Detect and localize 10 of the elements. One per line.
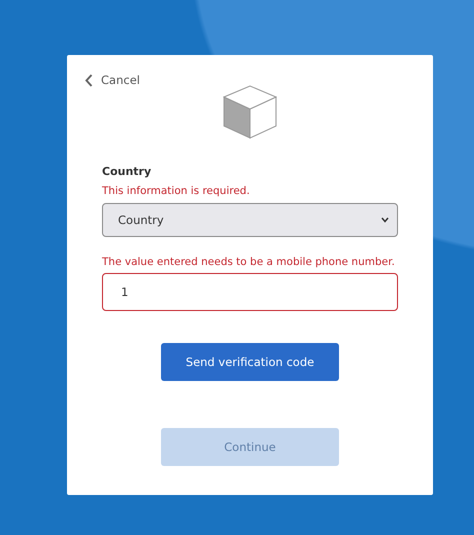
cube-icon [222, 85, 278, 139]
error-message: This information is required. [102, 185, 251, 197]
chevron-down-icon [381, 217, 389, 223]
back-chevron-icon [85, 74, 93, 86]
phone-field[interactable]: 1 [102, 273, 398, 311]
country-label: Country [102, 165, 152, 178]
send-code-button[interactable]: Send verification code [161, 343, 339, 381]
error-message: The value entered needs to be a mobile phone number. [102, 256, 396, 268]
country-dropdown[interactable]: Country [102, 203, 398, 237]
cancel-link[interactable]: Cancel [85, 73, 140, 87]
